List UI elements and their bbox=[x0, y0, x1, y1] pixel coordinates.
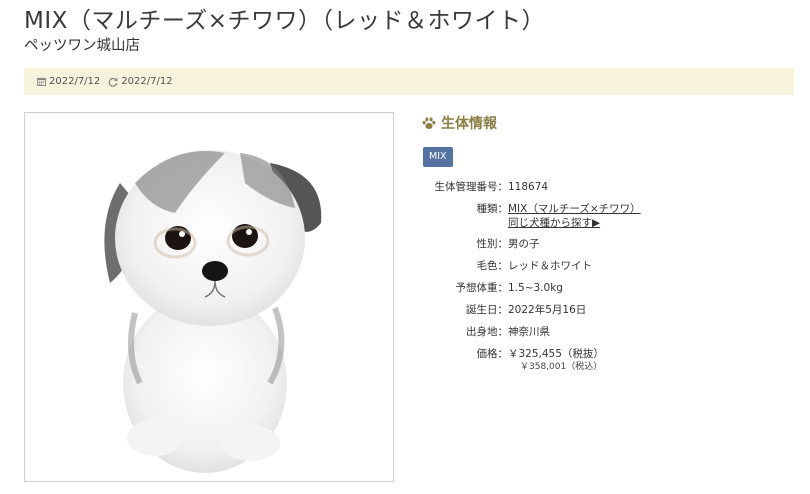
page-title: MIX（マルチーズ×チワワ）（レッド＆ホワイト） bbox=[24, 8, 546, 34]
origin-label: 出身地： bbox=[466, 326, 508, 338]
refresh-icon bbox=[108, 77, 118, 87]
same-breed-search-link[interactable]: 同じ犬種から探す▶ bbox=[508, 217, 600, 229]
id-label: 生体管理番号： bbox=[434, 181, 509, 193]
origin-value: 神奈川県 bbox=[508, 326, 550, 338]
info-row-birthday: 誕生日： 2022年5月16日 bbox=[410, 303, 790, 317]
breed-values: MIX（マルチーズ×チワワ） 同じ犬種から探す▶ bbox=[508, 202, 641, 230]
calendar-icon bbox=[37, 77, 46, 86]
info-row-id: 生体管理番号： 118674 bbox=[410, 180, 790, 194]
info-row-sex: 性別： 男の子 bbox=[410, 237, 790, 251]
updated-date: 2022/7/12 bbox=[108, 76, 173, 87]
info-row-price: 価格： ￥325,455（税抜） ￥358,001（税込） bbox=[410, 347, 790, 374]
date-bar: 2022/7/12 2022/7/12 bbox=[24, 68, 794, 95]
pet-info-table: 生体管理番号： 118674 種類： MIX（マルチーズ×チワワ） 同じ犬種から… bbox=[410, 180, 790, 374]
price-excl-tax: ￥325,455（税抜） bbox=[508, 348, 604, 360]
sex-label: 性別： bbox=[476, 238, 509, 250]
section-title: 生体情報 bbox=[422, 113, 497, 133]
puppy-photo[interactable] bbox=[24, 112, 394, 482]
breed-link[interactable]: MIX（マルチーズ×チワワ） bbox=[508, 203, 641, 215]
weight-label: 予想体重： bbox=[455, 282, 509, 294]
puppy-image bbox=[104, 150, 322, 473]
published-date-text: 2022/7/12 bbox=[49, 76, 101, 87]
birthday-label: 誕生日： bbox=[466, 304, 508, 316]
price-values: ￥325,455（税抜） ￥358,001（税込） bbox=[508, 347, 604, 374]
price-label: 価格： bbox=[476, 348, 509, 360]
published-date: 2022/7/12 bbox=[37, 76, 100, 87]
id-value: 118674 bbox=[508, 181, 549, 193]
weight-value: 1.5~3.0kg bbox=[508, 282, 563, 294]
birthday-value: 2022年5月16日 bbox=[508, 304, 587, 316]
breed-label: 種類： bbox=[476, 203, 509, 215]
paw-icon bbox=[422, 116, 436, 129]
color-value: レッド＆ホワイト bbox=[508, 260, 592, 272]
shop-name: ペッツワン城山店 bbox=[24, 38, 140, 54]
sex-value: 男の子 bbox=[508, 238, 540, 250]
section-title-text: 生体情報 bbox=[441, 116, 497, 132]
price-incl-tax: ￥358,001（税込） bbox=[520, 362, 603, 372]
breed-badge[interactable]: MIX bbox=[423, 147, 453, 167]
info-row-origin: 出身地： 神奈川県 bbox=[410, 325, 790, 339]
updated-date-text: 2022/7/12 bbox=[121, 76, 173, 87]
info-row-color: 毛色： レッド＆ホワイト bbox=[410, 259, 790, 273]
color-label: 毛色： bbox=[476, 260, 509, 272]
info-row-breed: 種類： MIX（マルチーズ×チワワ） 同じ犬種から探す▶ bbox=[410, 202, 790, 230]
info-row-weight: 予想体重： 1.5~3.0kg bbox=[410, 281, 790, 295]
